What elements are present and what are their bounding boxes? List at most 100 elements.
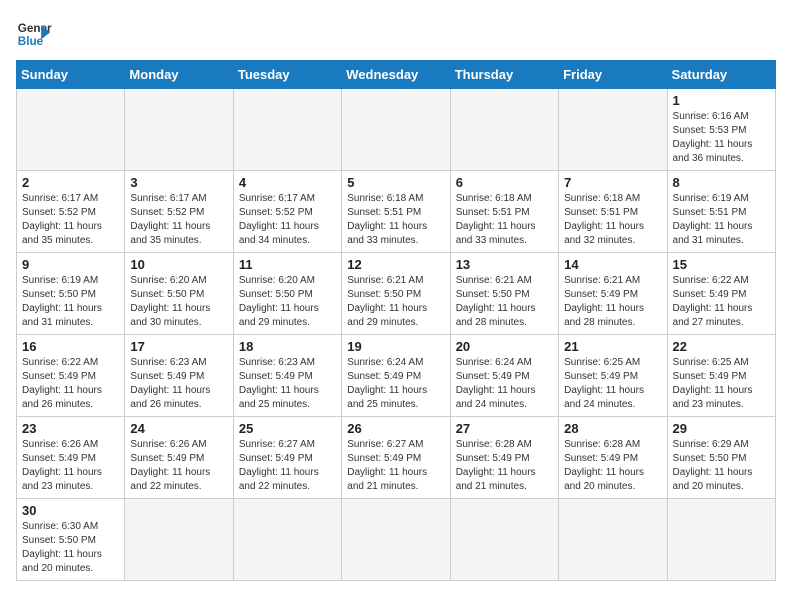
calendar-cell: 30 Sunrise: 6:30 AM Sunset: 5:50 PM Dayli… [17, 499, 125, 581]
calendar-cell: 26 Sunrise: 6:27 AM Sunset: 5:49 PM Dayli… [342, 417, 450, 499]
calendar-cell: 4 Sunrise: 6:17 AM Sunset: 5:52 PM Daylig… [233, 171, 341, 253]
calendar-cell: 3 Sunrise: 6:17 AM Sunset: 5:52 PM Daylig… [125, 171, 233, 253]
calendar-cell: 6Sunrise: 6:18 AM Sunset: 5:51 PM Daylig… [450, 171, 558, 253]
cell-content: Sunrise: 6:29 AM Sunset: 5:50 PM Dayligh… [673, 438, 770, 494]
cell-content: Sunrise: 6:16 AM Sunset: 5:53 PM Dayligh… [673, 110, 770, 166]
calendar-cell [233, 499, 341, 581]
cell-content: Sunrise: 6:17 AM Sunset: 5:52 PM Dayligh… [22, 192, 119, 248]
cell-content: Sunrise: 6:28 AM Sunset: 5:49 PM Dayligh… [456, 438, 553, 494]
day-number: 15 [673, 257, 770, 272]
cell-content: Sunrise: 6:19 AM Sunset: 5:50 PM Dayligh… [22, 274, 119, 330]
cell-content: Sunrise: 6:23 AM Sunset: 5:49 PM Dayligh… [239, 356, 336, 412]
calendar-cell: 1 Sunrise: 6:16 AM Sunset: 5:53 PM Daylig… [667, 89, 775, 171]
day-number: 8 [673, 175, 770, 190]
weekday-header: Sunday [17, 61, 125, 89]
calendar-cell [667, 499, 775, 581]
cell-content: Sunrise: 6:22 AM Sunset: 5:49 PM Dayligh… [22, 356, 119, 412]
cell-content: Sunrise: 6:19 AM Sunset: 5:51 PM Dayligh… [673, 192, 770, 248]
day-number: 28 [564, 421, 661, 436]
day-number: 1 [673, 93, 770, 108]
calendar-cell: 24Sunrise: 6:26 AM Sunset: 5:49 PM Dayli… [125, 417, 233, 499]
cell-content: Sunrise: 6:20 AM Sunset: 5:50 PM Dayligh… [130, 274, 227, 330]
day-number: 12 [347, 257, 444, 272]
weekday-header: Wednesday [342, 61, 450, 89]
weekday-header: Saturday [667, 61, 775, 89]
cell-content: Sunrise: 6:20 AM Sunset: 5:50 PM Dayligh… [239, 274, 336, 330]
calendar-cell: 10 Sunrise: 6:20 AM Sunset: 5:50 PM Dayli… [125, 253, 233, 335]
day-number: 22 [673, 339, 770, 354]
cell-content: Sunrise: 6:25 AM Sunset: 5:49 PM Dayligh… [673, 356, 770, 412]
calendar-cell: 5 Sunrise: 6:18 AM Sunset: 5:51 PM Daylig… [342, 171, 450, 253]
calendar-cell: 27 Sunrise: 6:28 AM Sunset: 5:49 PM Dayli… [450, 417, 558, 499]
cell-content: Sunrise: 6:26 AM Sunset: 5:49 PM Dayligh… [130, 438, 227, 494]
day-number: 4 [239, 175, 336, 190]
cell-content: Sunrise: 6:26 AM Sunset: 5:49 PM Dayligh… [22, 438, 119, 494]
cell-content: Sunrise: 6:17 AM Sunset: 5:52 PM Dayligh… [239, 192, 336, 248]
day-number: 21 [564, 339, 661, 354]
cell-content: Sunrise: 6:18 AM Sunset: 5:51 PM Dayligh… [456, 192, 553, 248]
cell-content: Sunrise: 6:24 AM Sunset: 5:49 PM Dayligh… [456, 356, 553, 412]
calendar-cell: 9 Sunrise: 6:19 AM Sunset: 5:50 PM Daylig… [17, 253, 125, 335]
cell-content: Sunrise: 6:28 AM Sunset: 5:49 PM Dayligh… [564, 438, 661, 494]
cell-content: Sunrise: 6:24 AM Sunset: 5:49 PM Dayligh… [347, 356, 444, 412]
calendar-cell [233, 89, 341, 171]
calendar-cell [342, 499, 450, 581]
day-number: 10 [130, 257, 227, 272]
day-number: 3 [130, 175, 227, 190]
weekday-header: Tuesday [233, 61, 341, 89]
day-number: 18 [239, 339, 336, 354]
cell-content: Sunrise: 6:21 AM Sunset: 5:50 PM Dayligh… [456, 274, 553, 330]
calendar-cell [559, 499, 667, 581]
cell-content: Sunrise: 6:22 AM Sunset: 5:49 PM Dayligh… [673, 274, 770, 330]
day-number: 17 [130, 339, 227, 354]
day-number: 25 [239, 421, 336, 436]
calendar-cell: 2Sunrise: 6:17 AM Sunset: 5:52 PM Daylig… [17, 171, 125, 253]
logo-icon: General Blue [16, 16, 52, 52]
calendar-table: SundayMondayTuesdayWednesdayThursdayFrid… [16, 60, 776, 581]
cell-content: Sunrise: 6:21 AM Sunset: 5:49 PM Dayligh… [564, 274, 661, 330]
calendar-cell [342, 89, 450, 171]
calendar-cell [450, 499, 558, 581]
day-number: 27 [456, 421, 553, 436]
calendar-cell: 12 Sunrise: 6:21 AM Sunset: 5:50 PM Dayli… [342, 253, 450, 335]
weekday-header: Thursday [450, 61, 558, 89]
calendar-cell: 21Sunrise: 6:25 AM Sunset: 5:49 PM Dayli… [559, 335, 667, 417]
calendar-cell: 18 Sunrise: 6:23 AM Sunset: 5:49 PM Dayli… [233, 335, 341, 417]
cell-content: Sunrise: 6:21 AM Sunset: 5:50 PM Dayligh… [347, 274, 444, 330]
calendar-cell: 14 Sunrise: 6:21 AM Sunset: 5:49 PM Dayli… [559, 253, 667, 335]
cell-content: Sunrise: 6:17 AM Sunset: 5:52 PM Dayligh… [130, 192, 227, 248]
page-header: General Blue [16, 16, 776, 52]
day-number: 23 [22, 421, 119, 436]
weekday-header: Friday [559, 61, 667, 89]
day-number: 9 [22, 257, 119, 272]
cell-content: Sunrise: 6:30 AM Sunset: 5:50 PM Dayligh… [22, 520, 119, 576]
svg-text:Blue: Blue [18, 35, 44, 48]
cell-content: Sunrise: 6:27 AM Sunset: 5:49 PM Dayligh… [239, 438, 336, 494]
cell-content: Sunrise: 6:27 AM Sunset: 5:49 PM Dayligh… [347, 438, 444, 494]
day-number: 7 [564, 175, 661, 190]
day-number: 26 [347, 421, 444, 436]
calendar-cell: 28 Sunrise: 6:28 AM Sunset: 5:49 PM Dayli… [559, 417, 667, 499]
cell-content: Sunrise: 6:18 AM Sunset: 5:51 PM Dayligh… [347, 192, 444, 248]
day-number: 19 [347, 339, 444, 354]
calendar-cell: 23 Sunrise: 6:26 AM Sunset: 5:49 PM Dayli… [17, 417, 125, 499]
day-number: 20 [456, 339, 553, 354]
day-number: 30 [22, 503, 119, 518]
calendar-cell: 13Sunrise: 6:21 AM Sunset: 5:50 PM Dayli… [450, 253, 558, 335]
calendar-header: SundayMondayTuesdayWednesdayThursdayFrid… [17, 61, 776, 89]
day-number: 14 [564, 257, 661, 272]
calendar-cell: 20 Sunrise: 6:24 AM Sunset: 5:49 PM Dayli… [450, 335, 558, 417]
day-number: 16 [22, 339, 119, 354]
day-number: 11 [239, 257, 336, 272]
logo: General Blue [16, 16, 52, 52]
calendar-cell: 25 Sunrise: 6:27 AM Sunset: 5:49 PM Dayli… [233, 417, 341, 499]
calendar-cell [17, 89, 125, 171]
calendar-cell: 29Sunrise: 6:29 AM Sunset: 5:50 PM Dayli… [667, 417, 775, 499]
calendar-cell [125, 499, 233, 581]
calendar-cell: 11 Sunrise: 6:20 AM Sunset: 5:50 PM Dayli… [233, 253, 341, 335]
calendar-cell: 7Sunrise: 6:18 AM Sunset: 5:51 PM Daylig… [559, 171, 667, 253]
day-number: 5 [347, 175, 444, 190]
calendar-cell: 19 Sunrise: 6:24 AM Sunset: 5:49 PM Dayli… [342, 335, 450, 417]
calendar-cell: 15 Sunrise: 6:22 AM Sunset: 5:49 PM Dayli… [667, 253, 775, 335]
calendar-cell: 16 Sunrise: 6:22 AM Sunset: 5:49 PM Dayli… [17, 335, 125, 417]
